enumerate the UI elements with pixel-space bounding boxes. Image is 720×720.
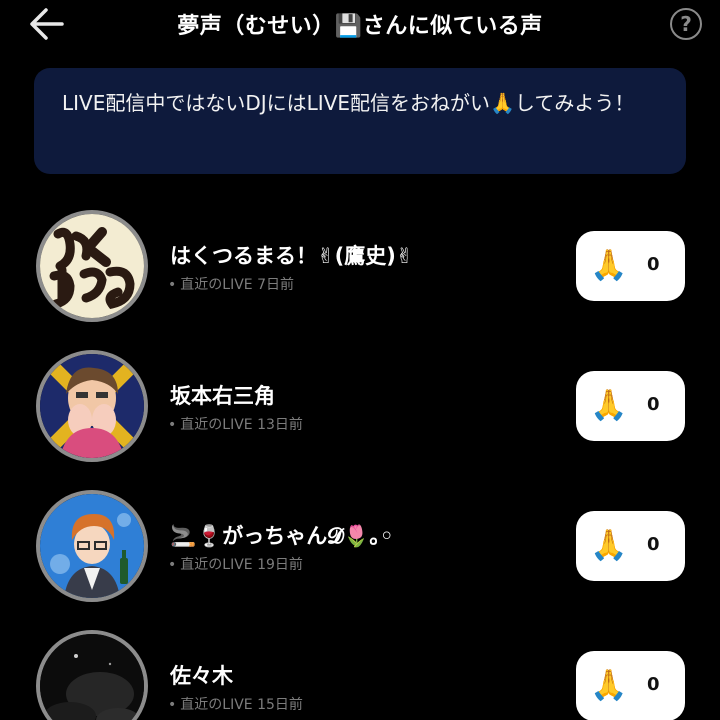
- banner-text: LIVE配信中ではないDJにはLIVE配信をおねがい🙏してみよう！: [62, 91, 635, 115]
- request-count: 0: [647, 674, 660, 695]
- dj-list-item[interactable]: 佐々木 • 直近のLIVE 15日前 🙏 0: [0, 616, 720, 720]
- last-live-label: 直近のLIVE 15日前: [180, 697, 303, 713]
- last-live-text: • 直近のLIVE 19日前: [168, 557, 303, 573]
- dj-list-item[interactable]: はくつるまる！✌(鷹史)✌ • 直近のLIVE 7日前 🙏 0: [0, 196, 720, 336]
- page-title: 夢声（むせい）💾さんに似ている声: [177, 14, 543, 39]
- dj-name: はくつるまる！✌(鷹史)✌: [170, 244, 414, 268]
- praying-hands-icon: 🙏: [590, 248, 628, 283]
- request-live-button[interactable]: 🙏 0: [576, 511, 685, 581]
- request-count: 0: [647, 254, 660, 275]
- last-live-text: • 直近のLIVE 15日前: [168, 697, 303, 713]
- dj-list-item[interactable]: 坂本右三角 • 直近のLIVE 13日前 🙏 0: [0, 336, 720, 476]
- last-live-label: 直近のLIVE 13日前: [180, 417, 303, 433]
- avatar[interactable]: [36, 490, 148, 602]
- avatar[interactable]: [36, 350, 148, 462]
- help-icon[interactable]: ?: [670, 8, 702, 40]
- last-live-text: • 直近のLIVE 7日前: [168, 277, 294, 293]
- request-live-button[interactable]: 🙏 0: [576, 371, 685, 441]
- avatar[interactable]: [36, 630, 148, 720]
- live-request-banner: LIVE配信中ではないDJにはLIVE配信をおねがい🙏してみよう！: [34, 68, 686, 174]
- request-live-button[interactable]: 🙏 0: [576, 231, 685, 301]
- avatar[interactable]: [36, 210, 148, 322]
- last-live-label: 直近のLIVE 7日前: [180, 277, 294, 293]
- praying-hands-icon: 🙏: [590, 388, 628, 423]
- last-live-label: 直近のLIVE 19日前: [180, 557, 303, 573]
- dj-name: 佐々木: [170, 664, 233, 688]
- praying-hands-icon: 🙏: [590, 528, 628, 563]
- dj-name: 🚬🍷がっちゃん𝓓🌷｡◦: [170, 524, 394, 548]
- top-bar: 夢声（むせい）💾さんに似ている声 ?: [0, 0, 720, 48]
- request-count: 0: [647, 394, 660, 415]
- praying-hands-icon: 🙏: [590, 668, 628, 703]
- request-count: 0: [647, 534, 660, 555]
- dj-list-item[interactable]: 🚬🍷がっちゃん𝓓🌷｡◦ • 直近のLIVE 19日前 🙏 0: [0, 476, 720, 616]
- dj-name: 坂本右三角: [170, 384, 275, 408]
- last-live-text: • 直近のLIVE 13日前: [168, 417, 303, 433]
- request-live-button[interactable]: 🙏 0: [576, 651, 685, 720]
